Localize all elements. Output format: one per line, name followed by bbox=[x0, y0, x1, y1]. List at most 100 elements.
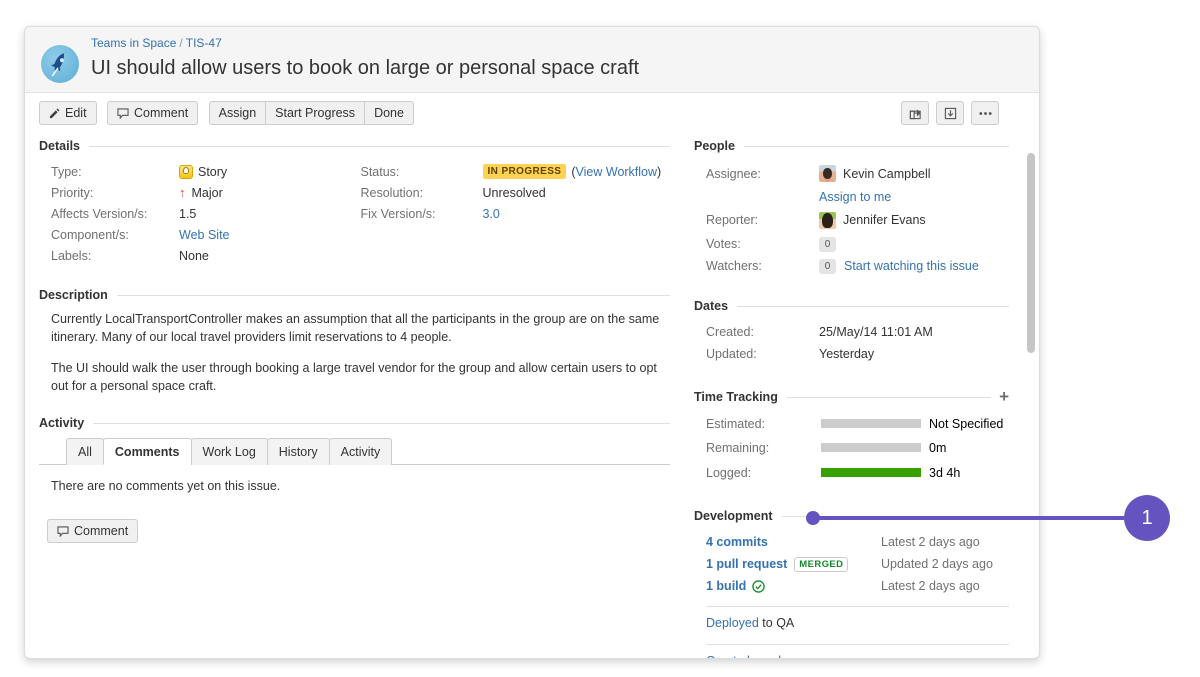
done-button[interactable]: Done bbox=[364, 101, 414, 125]
comment-button-label: Comment bbox=[134, 106, 189, 120]
avatar bbox=[819, 211, 836, 229]
description-paragraph-2: The UI should walk the user through book… bbox=[51, 361, 657, 393]
reporter-label: Reporter: bbox=[706, 213, 759, 227]
created-label: Created: bbox=[706, 325, 754, 339]
updated-label: Updated: bbox=[706, 347, 757, 361]
tab-comments[interactable]: Comments bbox=[102, 438, 192, 465]
created-row: Created: 25/May/14 11:01 AM bbox=[694, 321, 1009, 343]
details-right-column: Status: IN PROGRESS (View Workflow) Reso… bbox=[361, 161, 671, 266]
estimated-row: Estimated: Not Specified bbox=[694, 412, 1009, 435]
issue-header: Teams in Space / TIS-47 UI should allow us… bbox=[25, 27, 1039, 93]
detail-label-component: Component/s: bbox=[51, 227, 129, 242]
assign-to-me-link[interactable]: Assign to me bbox=[819, 190, 891, 204]
votes-count-badge: 0 bbox=[819, 236, 836, 252]
annotation-leader-line bbox=[813, 516, 1124, 520]
component-link[interactable]: Web Site bbox=[179, 228, 230, 242]
estimated-value: Not Specified bbox=[929, 416, 1004, 431]
detail-value-priority-text: Major bbox=[191, 185, 223, 200]
estimated-bar bbox=[821, 419, 921, 428]
scrollbar-track[interactable] bbox=[1027, 89, 1037, 654]
deployed-link[interactable]: Deployed bbox=[706, 616, 759, 630]
status-badge: IN PROGRESS bbox=[482, 164, 567, 179]
commits-link[interactable]: 4 commits bbox=[706, 535, 768, 549]
view-workflow-wrap: (View Workflow) bbox=[571, 165, 661, 179]
detail-label-status: Status: bbox=[360, 164, 400, 179]
issue-body: Details Type: Story Priority: ↑ Major Af… bbox=[25, 133, 1039, 658]
time-tracking-section-heading: Time Tracking + bbox=[694, 388, 1009, 405]
watchers-count-badge: 0 bbox=[819, 258, 836, 274]
tab-all[interactable]: All bbox=[66, 438, 104, 465]
section-divider bbox=[89, 145, 670, 147]
votes-row: Votes: 0 bbox=[694, 233, 1009, 255]
detail-row-labels: Labels: None bbox=[51, 245, 361, 266]
remaining-row: Remaining: 0m bbox=[694, 435, 1009, 460]
detail-value-type-text: Story bbox=[198, 164, 228, 179]
comment-button[interactable]: Comment bbox=[107, 101, 199, 125]
build-row: 1 build Latest 2 days ago bbox=[694, 575, 1009, 597]
detail-value-affects-version: 1.5 bbox=[179, 206, 197, 221]
scrollbar-thumb[interactable] bbox=[1027, 153, 1035, 353]
details-section-title: Details bbox=[39, 139, 80, 153]
detail-label-type: Type: bbox=[51, 164, 82, 179]
toolbar-right-actions bbox=[894, 101, 999, 125]
section-divider bbox=[93, 422, 670, 424]
assignee-label: Assignee: bbox=[706, 166, 761, 181]
pull-request-link[interactable]: 1 pull request bbox=[706, 557, 787, 571]
workflow-button-group: Assign Start Progress Done bbox=[208, 101, 414, 125]
deployed-suffix: to QA bbox=[758, 616, 795, 630]
tab-work-log[interactable]: Work Log bbox=[190, 438, 268, 465]
development-section-title: Development bbox=[694, 509, 773, 523]
description-body: Currently LocalTransportController makes… bbox=[39, 310, 670, 395]
more-actions-button[interactable] bbox=[971, 101, 999, 125]
add-comment-button[interactable]: Comment bbox=[47, 519, 139, 543]
issue-detail-window: Teams in Space / TIS-47 UI should allow us… bbox=[24, 26, 1040, 659]
logged-bar bbox=[821, 468, 921, 477]
detail-row-priority: Priority: ↑ Major bbox=[51, 182, 361, 203]
start-watching-link[interactable]: Start watching this issue bbox=[844, 259, 979, 273]
page-title: UI should allow users to book on large o… bbox=[91, 57, 640, 79]
story-icon bbox=[179, 164, 193, 179]
logged-label: Logged: bbox=[706, 465, 752, 480]
share-button[interactable] bbox=[901, 101, 929, 125]
export-button[interactable] bbox=[936, 101, 964, 125]
breadcrumb-separator: / bbox=[179, 36, 183, 50]
detail-row-type: Type: Story bbox=[51, 161, 361, 182]
watchers-row: Watchers: 0 Start watching this issue bbox=[694, 255, 1009, 277]
breadcrumb-project-link[interactable]: Teams in Space bbox=[91, 36, 176, 50]
commits-meta: Latest 2 days ago bbox=[881, 535, 980, 549]
section-divider bbox=[737, 305, 1009, 307]
edit-button[interactable]: Edit bbox=[39, 101, 97, 125]
dates-section-heading: Dates bbox=[694, 299, 1009, 313]
remaining-value: 0m bbox=[929, 440, 947, 455]
fix-version-link[interactable]: 3.0 bbox=[483, 207, 500, 221]
detail-label-fix-version: Fix Version/s: bbox=[360, 206, 436, 221]
detail-row-resolution: Resolution: Unresolved bbox=[361, 182, 671, 203]
build-link[interactable]: 1 build bbox=[706, 579, 746, 593]
deployed-row: Deployed to QA bbox=[694, 607, 1009, 630]
start-progress-button[interactable]: Start Progress bbox=[265, 101, 366, 125]
section-divider bbox=[744, 145, 1009, 147]
pull-request-meta: Updated 2 days ago bbox=[881, 557, 993, 571]
breadcrumb-issue-key-link[interactable]: TIS-47 bbox=[186, 36, 222, 50]
share-icon bbox=[909, 108, 921, 119]
votes-value: 0 bbox=[819, 236, 844, 252]
detail-value-priority: ↑ Major bbox=[179, 186, 223, 200]
commits-row: 4 commits Latest 2 days ago bbox=[694, 531, 1009, 553]
view-workflow-link[interactable]: View Workflow bbox=[576, 165, 658, 179]
details-grid: Type: Story Priority: ↑ Major Affects Ve… bbox=[39, 161, 670, 266]
watchers-label: Watchers: bbox=[706, 259, 762, 273]
assign-button[interactable]: Assign bbox=[208, 101, 267, 125]
build-left: 1 build bbox=[706, 579, 881, 593]
add-comment-button-label: Comment bbox=[74, 524, 129, 538]
detail-value-labels: None bbox=[179, 248, 209, 263]
detail-row-fix-version: Fix Version/s: 3.0 bbox=[361, 203, 671, 224]
plus-icon[interactable]: + bbox=[999, 388, 1009, 405]
reporter-name: Jennifer Evans bbox=[843, 213, 926, 227]
estimated-label: Estimated: bbox=[706, 416, 766, 431]
reporter-row: Reporter: Jennifer Evans bbox=[694, 207, 1009, 233]
pull-request-left: 1 pull request MERGED bbox=[706, 556, 881, 572]
tab-activity[interactable]: Activity bbox=[328, 438, 393, 465]
activity-section-title: Activity bbox=[39, 416, 85, 430]
tab-history[interactable]: History bbox=[266, 438, 330, 465]
create-branch-link[interactable]: Create branch bbox=[706, 654, 785, 658]
